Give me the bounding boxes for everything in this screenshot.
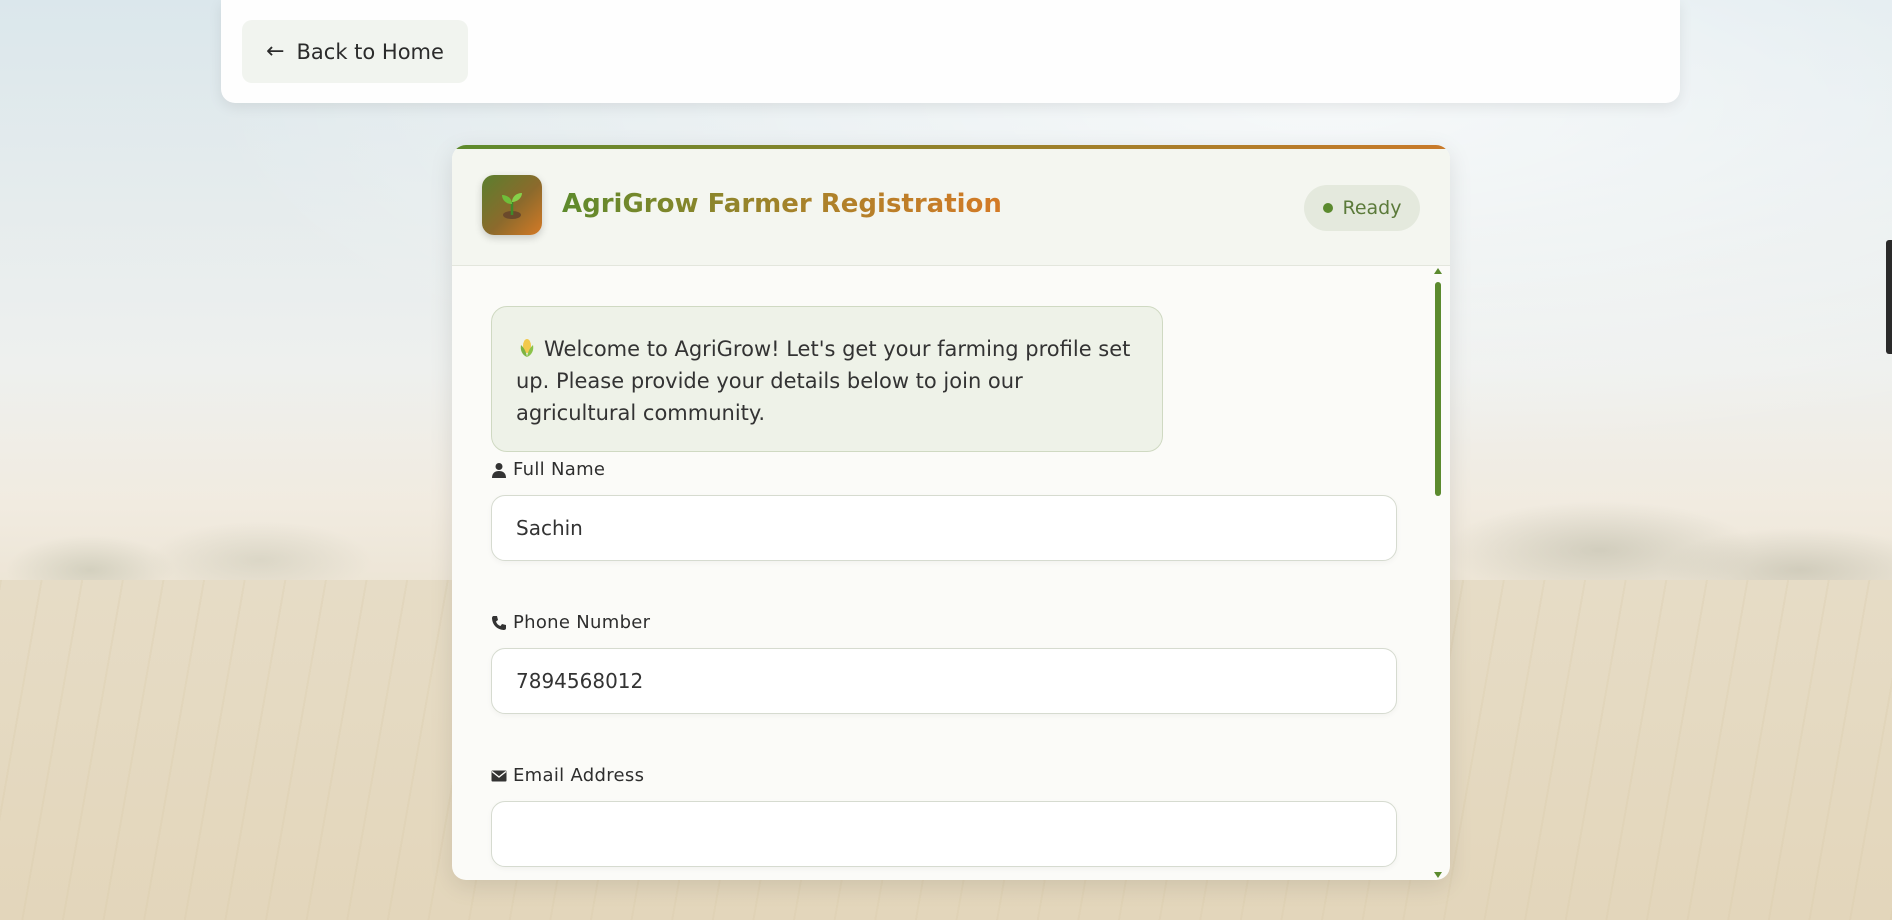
scroll-down-icon[interactable] (1434, 872, 1442, 878)
registration-card: AgriGrow Farmer Registration Ready Welco… (452, 145, 1450, 880)
back-to-home-button[interactable]: ← Back to Home (242, 20, 468, 83)
welcome-text: Welcome to AgriGrow! Let's get your farm… (516, 337, 1131, 425)
email-label: Email Address (491, 765, 644, 786)
phone-icon (492, 615, 506, 630)
phone-input[interactable] (491, 648, 1397, 714)
form-scrollbar[interactable] (1433, 266, 1443, 880)
card-header: AgriGrow Farmer Registration Ready (452, 149, 1450, 266)
page-edge-handle[interactable] (1886, 240, 1892, 354)
scroll-up-icon[interactable] (1434, 268, 1442, 274)
envelope-icon (491, 770, 507, 781)
status-label: Ready (1342, 197, 1402, 219)
user-icon (492, 462, 506, 478)
email-input[interactable] (491, 801, 1397, 867)
full-name-input[interactable] (491, 495, 1397, 561)
scrollbar-thumb[interactable] (1435, 282, 1441, 496)
welcome-message: Welcome to AgriGrow! Let's get your farm… (491, 306, 1163, 452)
back-to-home-label: Back to Home (296, 39, 444, 64)
status-dot-icon (1322, 203, 1333, 213)
status-badge: Ready (1304, 185, 1420, 231)
email-label-text: Email Address (513, 765, 645, 786)
phone-label-text: Phone Number (513, 612, 651, 633)
full-name-label-text: Full Name (513, 459, 606, 480)
seedling-icon (502, 193, 522, 219)
corn-icon (520, 339, 534, 357)
page-title: AgriGrow Farmer Registration (562, 189, 1002, 219)
top-nav-bar: ← Back to Home (221, 0, 1680, 103)
full-name-label: Full Name (491, 459, 605, 480)
arrow-left-icon: ← (266, 39, 285, 64)
phone-label: Phone Number (491, 612, 650, 633)
app-logo (482, 175, 542, 235)
form-scroll-area[interactable]: Welcome to AgriGrow! Let's get your farm… (452, 266, 1450, 880)
